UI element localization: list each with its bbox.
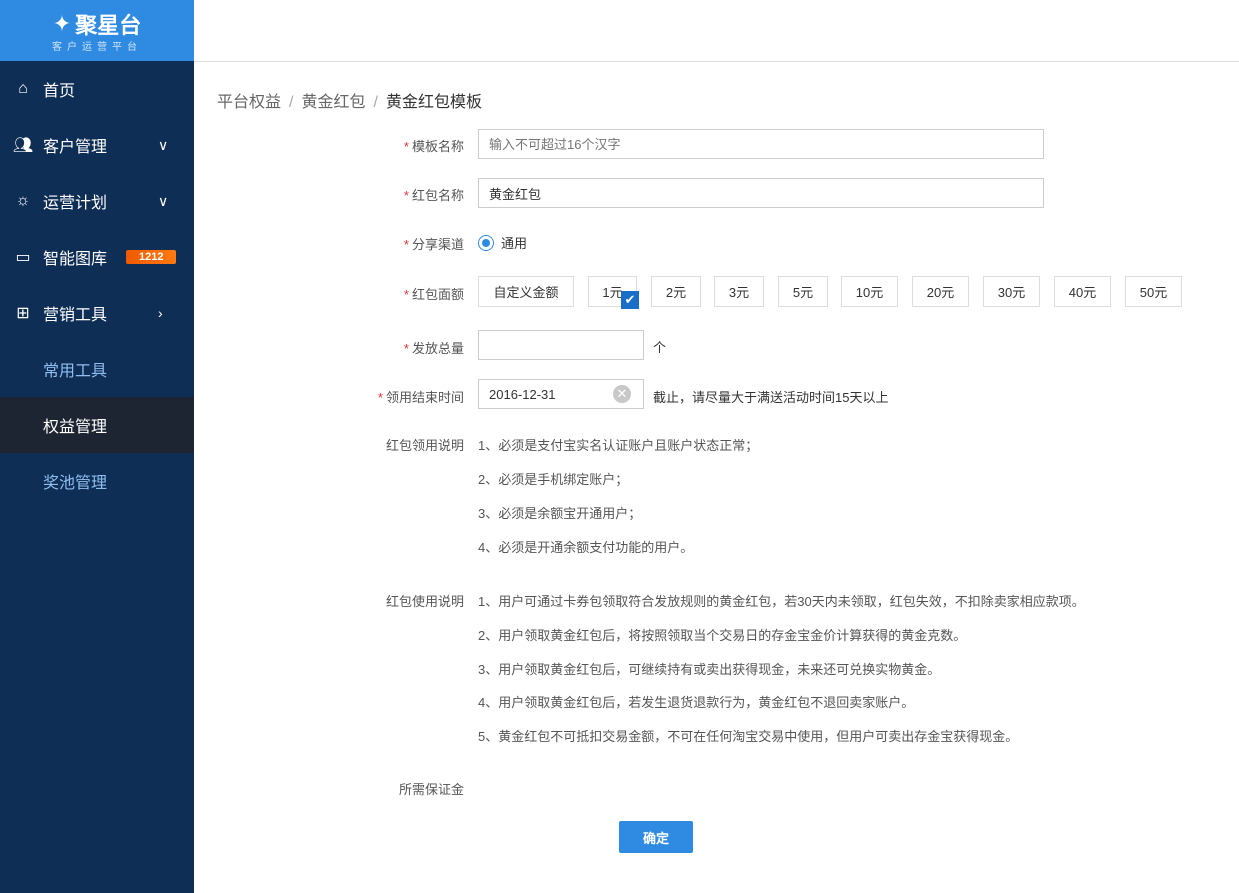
packet-name-input[interactable]: 黄金红包 (478, 178, 1044, 208)
sidebar-sub-prize-pool[interactable]: 奖池管理 (0, 453, 194, 509)
amount-option[interactable]: 自定义金额 (478, 276, 574, 307)
label: * 模板名称 (403, 139, 464, 154)
sidebar-item-gallery[interactable]: ▭ 智能图库 1212 (0, 229, 194, 285)
gift-icon: ⊞ (16, 305, 30, 322)
confirm-button[interactable]: 确定 (619, 821, 693, 853)
sidebar-item-marketing[interactable]: ⊞ 营销工具 › (0, 285, 194, 341)
amount-option-selected[interactable]: 1元 ✔ (588, 276, 639, 309)
label: * 红包面额 (403, 287, 464, 302)
top-bar (194, 0, 1239, 62)
channel-radio[interactable]: 通用 (478, 233, 527, 252)
image-icon: ▭ (15, 249, 31, 266)
amount-option[interactable]: 10元 (841, 276, 898, 307)
label: * 红包名称 (403, 188, 464, 203)
unit-label: 个 (653, 340, 667, 355)
logo[interactable]: ✦ 聚星台 客户运营平台 (0, 0, 194, 61)
sidebar-sub-rights[interactable]: 权益管理 (0, 397, 194, 453)
label: 首页 (43, 83, 76, 100)
chevron-down-icon: ∨ (158, 192, 169, 209)
logo-subtitle: 客户运营平台 (52, 42, 142, 53)
note-line: 3、必须是余额宝开通用户； (478, 506, 642, 521)
label: * 分享渠道 (403, 237, 464, 252)
badge: 1212 (126, 250, 177, 264)
sidebar-item-home[interactable]: ⌂ 首页 (0, 61, 194, 117)
note-line: 5、黄金红包不可抵扣交易金额，不可在任何淘宝交易中使用，但用户可卖出存金宝获得现… (478, 729, 1019, 744)
label: * 发放总量 (403, 341, 464, 356)
end-date-input[interactable]: 2016-12-31 ✕ (478, 379, 644, 409)
note-line: 2、用户领取黄金红包后，将按照领取当个交易日的存金宝金价计算获得的黄金克数。 (478, 628, 967, 643)
bulb-icon: ☼ (15, 192, 31, 209)
note-line: 1、必须是支付宝实名认证账户且账户状态正常； (478, 438, 759, 453)
breadcrumb-link[interactable]: 平台权益 (217, 94, 281, 111)
amount-option[interactable]: 50元 (1125, 276, 1182, 307)
radio-label: 通用 (501, 236, 528, 251)
note-line: 2、必须是手机绑定账户； (478, 472, 629, 487)
users-icon: 👥︎ (12, 137, 34, 154)
note-line: 1、用户可通过卡券包领取符合发放规则的黄金红包，若30天内未领取，红包失效，不扣… (478, 594, 1085, 609)
label: 营销工具 (43, 307, 108, 324)
sidebar-sub-common-tools[interactable]: 常用工具 (0, 341, 194, 397)
note-line: 3、用户领取黄金红包后，可继续持有或卖出获得现金，未来还可兑换实物黄金。 (478, 662, 941, 677)
sidebar-item-customers[interactable]: 👥︎ 客户管理 ∨ (0, 117, 194, 173)
note-line: 4、用户领取黄金红包后，若发生退货退款行为，黄金红包不退回卖家账户。 (478, 695, 915, 710)
sidebar: ✦ 聚星台 客户运营平台 ⌂ 首页 👥︎ 客户管理 ∨ ☼ 运营计划 ∨ ▭ 智能图库 1212… (0, 0, 194, 893)
label: 红包领用说明 (385, 438, 464, 453)
home-icon: ⌂ (18, 80, 28, 97)
clear-icon[interactable]: ✕ (613, 385, 631, 403)
radio-icon (478, 234, 494, 251)
amount-option[interactable]: 30元 (983, 276, 1040, 307)
label: 运营计划 (43, 195, 108, 212)
breadcrumb-current: 黄金红包模板 (385, 94, 482, 111)
label: 智能图库 (43, 251, 108, 268)
amount-option[interactable]: 40元 (1054, 276, 1111, 307)
note-line: 4、必须是开通余额支付功能的用户。 (478, 540, 694, 555)
amount-option[interactable]: 5元 (778, 276, 828, 307)
label: 红包使用说明 (385, 594, 464, 609)
check-icon: ✔ (621, 291, 639, 309)
logo-star-icon: ✦ (52, 11, 72, 36)
total-input[interactable] (478, 330, 644, 360)
label: 所需保证金 (398, 782, 464, 797)
end-time-hint: 截止，请尽量大于满送活动时间15天以上 (653, 390, 889, 405)
breadcrumb-link[interactable]: 黄金红包 (301, 94, 365, 111)
template-name-input[interactable] (478, 129, 1044, 159)
breadcrumb: 平台权益 / 黄金红包 / 黄金红包模板 (217, 94, 482, 111)
amount-option[interactable]: 20元 (912, 276, 969, 307)
chevron-down-icon: ∨ (158, 136, 169, 153)
label: * 领用结束时间 (377, 390, 464, 405)
chevron-right-icon: › (158, 305, 163, 321)
label: 客户管理 (43, 139, 108, 156)
amount-option[interactable]: 2元 (651, 276, 701, 307)
sidebar-item-plans[interactable]: ☼ 运营计划 ∨ (0, 173, 194, 229)
amount-option[interactable]: 3元 (714, 276, 764, 307)
